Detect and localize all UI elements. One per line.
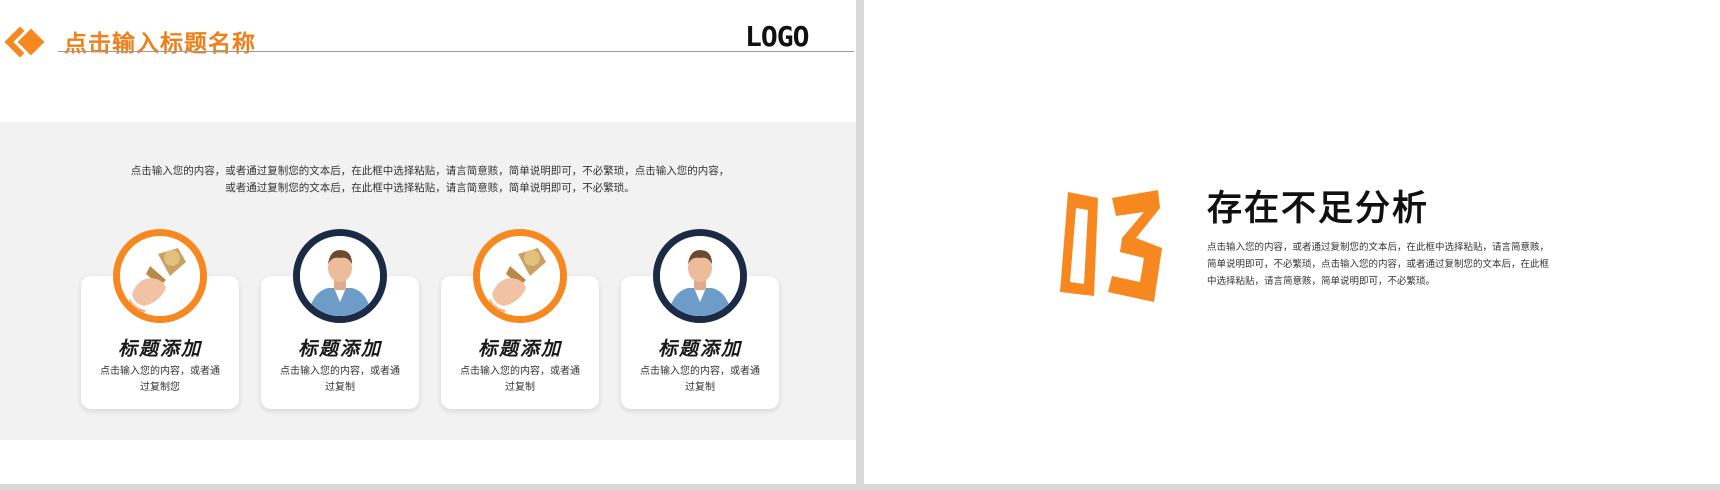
card-desc: 点击输入您的内容，或者通过复制您 — [100, 366, 220, 393]
card-title: 标题添加 — [477, 338, 562, 360]
slide-right: 03 存在不足分析 点击输入您的内容，或者通过复制您的文本后，在此框中选择粘贴，… — [864, 0, 1720, 484]
section-title: 存在不足分析 — [1207, 189, 1430, 229]
header-divider — [58, 51, 854, 52]
card-desc: 点击输入您的内容，或者通过复制 — [280, 366, 400, 393]
section-desc: 点击输入您的内容，或者通过复制您的文本后，在此框中选择粘贴，请言简意赅，简单说明… — [1207, 242, 1550, 287]
intro-line: 或者通过复制您的文本后，在此框中选择粘贴，请言简意赅，简单说明即可，不必繁琐。 — [225, 182, 635, 194]
section-number: 03 — [1060, 190, 1162, 302]
trophy-hand-image — [113, 229, 207, 323]
intro-text: 点击输入您的内容，或者通过复制您的文本后，在此框中选择粘贴，请言简意赅，简单说明… — [110, 163, 750, 197]
card-title: 标题添加 — [117, 338, 202, 360]
logo: LOGO — [745, 20, 809, 53]
card-title: 标题添加 — [297, 338, 382, 360]
man-portrait-image — [293, 229, 387, 323]
man-portrait-image — [653, 229, 747, 323]
slide-left: 点击输入标题名称 LOGO 点击输入您的内容，或者通过复制您的文本后，在此框中选… — [0, 0, 856, 484]
page-title: 点击输入标题名称 — [64, 31, 256, 57]
card-desc: 点击输入您的内容，或者通过复制 — [460, 366, 580, 393]
diamond-icon — [4, 24, 46, 60]
intro-line: 点击输入您的内容，或者通过复制您的文本后，在此框中选择粘贴，请言简意赅，简单说明… — [130, 165, 730, 177]
card-desc: 点击输入您的内容，或者通过复制 — [640, 366, 760, 393]
card-title: 标题添加 — [657, 338, 742, 360]
trophy-hand-image — [473, 229, 567, 323]
